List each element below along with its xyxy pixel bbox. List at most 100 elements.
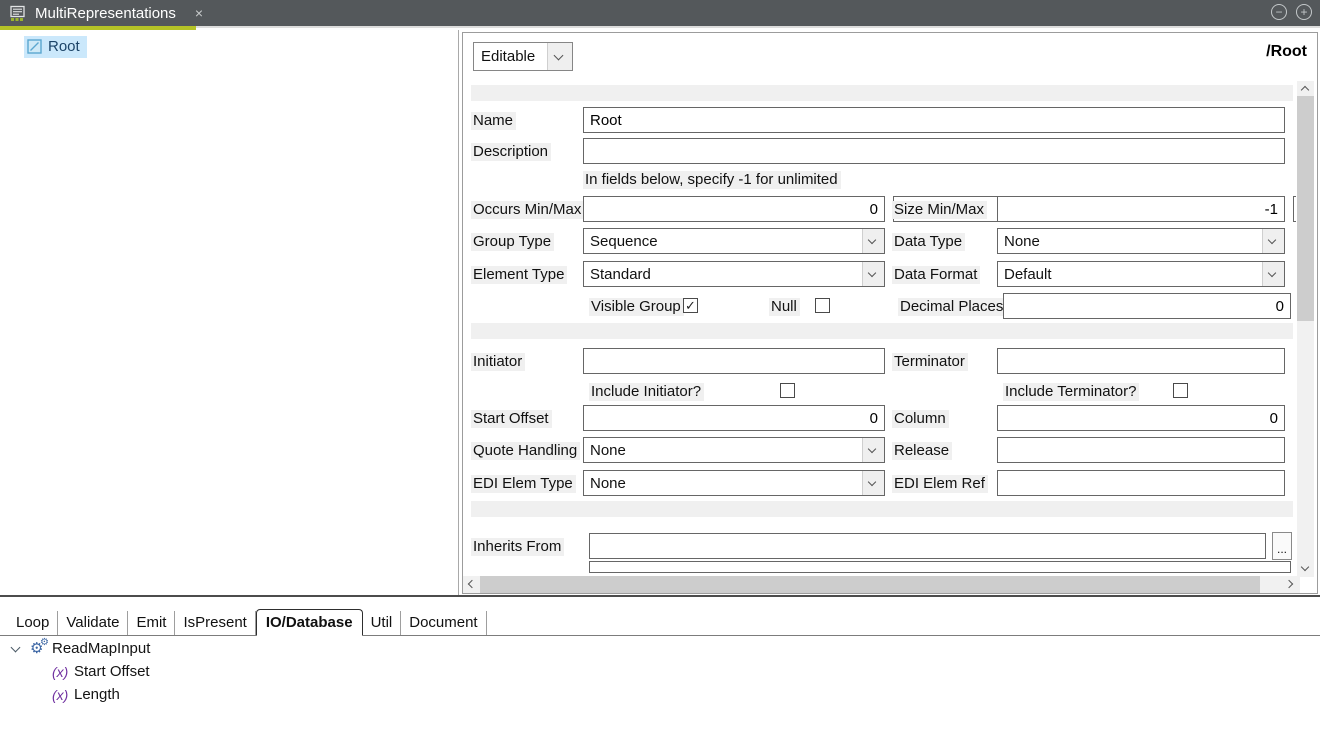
close-tab-icon[interactable]: ×: [195, 5, 203, 21]
name-row: Name: [471, 107, 1293, 133]
quote-handling-select[interactable]: None: [583, 437, 885, 463]
chevron-down-icon: [1262, 262, 1284, 286]
include-terminator-label: Include Terminator?: [1003, 383, 1139, 401]
element-format-row: Element Type Standard Data Format Defaul…: [471, 261, 1293, 287]
horizontal-scrollbar[interactable]: [463, 576, 1300, 593]
tab-loop[interactable]: Loop: [8, 611, 58, 635]
clipped-input: [589, 561, 1291, 573]
decimal-places-input[interactable]: [1003, 293, 1291, 319]
edi-elem-ref-input[interactable]: [997, 470, 1285, 496]
edi-elem-type-select[interactable]: None: [583, 470, 885, 496]
group-data-type-row: Group Type Sequence Data Type None: [471, 228, 1293, 254]
chevron-down-icon: [862, 229, 884, 253]
size-max-input[interactable]: [1293, 196, 1296, 222]
tab-io-database[interactable]: IO/Database: [256, 609, 363, 636]
chevron-down-icon: [862, 262, 884, 286]
data-format-label: Data Format: [892, 266, 980, 284]
schema-tree-pane: Root: [0, 30, 459, 596]
inherits-from-input: [589, 533, 1266, 559]
tab-ispresent[interactable]: IsPresent: [175, 611, 255, 635]
chevron-down-icon: [1262, 229, 1284, 253]
data-type-value: None: [998, 229, 1262, 253]
start-offset-input[interactable]: [583, 405, 885, 431]
group-type-label: Group Type: [471, 233, 554, 251]
include-row: Include Initiator? Include Terminator?: [471, 382, 1293, 400]
group-type-select[interactable]: Sequence: [583, 228, 885, 254]
name-input[interactable]: [583, 107, 1285, 133]
release-input[interactable]: [997, 437, 1285, 463]
note-row: In fields below, specify -1 for unlimite…: [471, 171, 1293, 189]
tree-item-label: Start Offset: [74, 663, 150, 680]
chevron-down-icon: [862, 438, 884, 462]
initiator-input[interactable]: [583, 348, 885, 374]
initiator-label: Initiator: [471, 353, 525, 371]
variable-icon: (x): [52, 664, 68, 680]
app-icon: [9, 5, 26, 22]
scroll-left-icon[interactable]: [463, 576, 480, 593]
size-min-input[interactable]: [997, 196, 1285, 222]
edi-row: EDI Elem Type None EDI Elem Ref: [471, 470, 1293, 496]
section-band: [471, 323, 1293, 339]
vertical-scroll-thumb[interactable]: [1297, 96, 1314, 321]
expand-chevron-icon[interactable]: [11, 643, 21, 653]
null-checkbox[interactable]: [815, 298, 830, 313]
tree-item-start-offset[interactable]: (x) Start Offset: [0, 660, 460, 683]
offset-column-row: Start Offset Column: [471, 405, 1293, 431]
initiator-terminator-row: Initiator Terminator: [471, 348, 1293, 374]
include-initiator-checkbox[interactable]: [780, 383, 795, 398]
data-format-select[interactable]: Default: [997, 261, 1285, 287]
checkbox-row: Visible Group ✓ Null Decimal Places: [471, 294, 1293, 318]
expand-all-icon[interactable]: +: [1296, 4, 1312, 20]
function-tabstrip: Loop Validate Emit IsPresent IO/Database…: [0, 609, 1320, 636]
collapse-all-icon[interactable]: −: [1271, 4, 1287, 20]
visible-group-label: Visible Group: [589, 298, 684, 316]
include-terminator-checkbox[interactable]: [1173, 383, 1188, 398]
column-input[interactable]: [997, 405, 1285, 431]
occurs-min-input[interactable]: [583, 196, 885, 222]
unlimited-note: In fields below, specify -1 for unlimite…: [583, 171, 841, 189]
include-initiator-label: Include Initiator?: [589, 383, 704, 401]
browse-button[interactable]: ...: [1272, 532, 1292, 560]
size-label: Size Min/Max: [892, 201, 987, 219]
description-label: Description: [471, 143, 551, 161]
vertical-scrollbar[interactable]: [1297, 81, 1314, 577]
io-database-tree: ⚙ ⚙ ReadMapInput (x) Start Offset (x) Le…: [0, 637, 460, 706]
chevron-down-icon: [547, 43, 572, 70]
tab-util[interactable]: Util: [363, 611, 402, 635]
function-gears-icon: ⚙ ⚙: [30, 638, 50, 658]
data-format-value: Default: [998, 262, 1262, 286]
tree-item-readmapinput[interactable]: ⚙ ⚙ ReadMapInput: [0, 637, 460, 660]
window-controls: − +: [1271, 4, 1312, 20]
column-label: Column: [892, 410, 949, 428]
inherits-from-label: Inherits From: [471, 538, 564, 556]
description-row: Description: [471, 138, 1293, 164]
edi-elem-type-value: None: [584, 471, 862, 495]
tab-document[interactable]: Document: [401, 611, 486, 635]
element-type-label: Element Type: [471, 266, 567, 284]
terminator-input[interactable]: [997, 348, 1285, 374]
chevron-down-icon: [862, 471, 884, 495]
visible-group-checkbox[interactable]: ✓: [683, 298, 698, 313]
section-band: [471, 501, 1293, 517]
tab-emit[interactable]: Emit: [128, 611, 175, 635]
null-label: Null: [769, 298, 800, 316]
scroll-right-icon[interactable]: [1283, 576, 1300, 593]
data-type-select[interactable]: None: [997, 228, 1285, 254]
element-type-value: Standard: [584, 262, 862, 286]
scroll-up-icon[interactable]: [1297, 81, 1314, 97]
splitter-divider[interactable]: [0, 595, 1320, 597]
tab-validate[interactable]: Validate: [58, 611, 128, 635]
description-input[interactable]: [583, 138, 1285, 164]
document-tab-title: MultiRepresentations: [35, 5, 176, 22]
occurs-size-row: Occurs Min/Max Size Min/Max: [471, 196, 1293, 222]
scroll-down-icon[interactable]: [1297, 561, 1314, 577]
edit-mode-select[interactable]: Editable: [473, 42, 573, 71]
release-label: Release: [892, 442, 952, 460]
element-type-select[interactable]: Standard: [583, 261, 885, 287]
document-tab[interactable]: MultiRepresentations ×: [0, 0, 196, 26]
edi-elem-ref-label: EDI Elem Ref: [892, 475, 988, 493]
horizontal-scroll-thumb[interactable]: [480, 576, 1260, 593]
tree-item-length[interactable]: (x) Length: [0, 683, 460, 706]
tree-item-root[interactable]: Root: [24, 36, 87, 58]
start-offset-label: Start Offset: [471, 410, 552, 428]
